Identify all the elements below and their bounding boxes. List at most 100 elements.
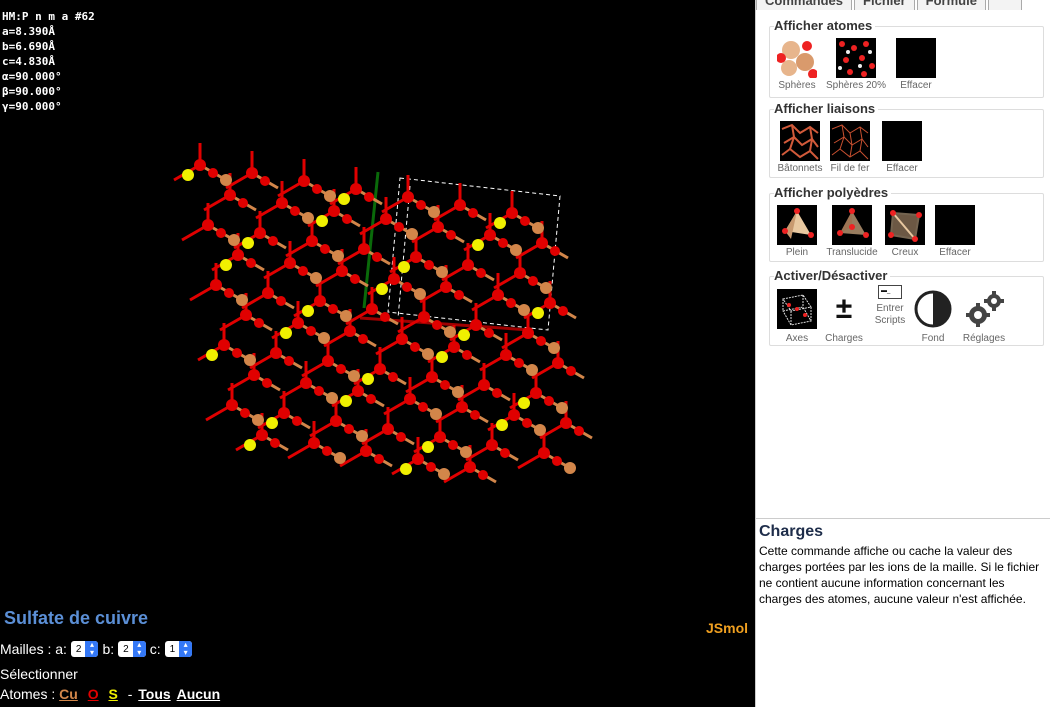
- atom-o[interactable]: [484, 328, 494, 338]
- atom-o[interactable]: [194, 159, 206, 171]
- atom-cu[interactable]: [324, 190, 336, 202]
- atom-cu[interactable]: [438, 468, 450, 480]
- atom-cu[interactable]: [510, 244, 522, 256]
- axes-toggle-button[interactable]: Axes: [775, 289, 819, 344]
- atom-o[interactable]: [216, 228, 226, 238]
- atom-o[interactable]: [462, 259, 474, 271]
- atom-s[interactable]: [532, 307, 544, 319]
- atom-o[interactable]: [224, 288, 234, 298]
- atom-o[interactable]: [312, 184, 322, 194]
- atom-s[interactable]: [220, 259, 232, 271]
- atom-o[interactable]: [232, 249, 244, 261]
- atom-o[interactable]: [308, 437, 320, 449]
- atom-o[interactable]: [506, 298, 516, 308]
- atom-cu[interactable]: [244, 354, 256, 366]
- atom-o[interactable]: [366, 303, 378, 315]
- atom-o[interactable]: [520, 216, 530, 226]
- atom-o[interactable]: [552, 357, 564, 369]
- atom-o[interactable]: [418, 402, 428, 412]
- atom-o[interactable]: [424, 260, 434, 270]
- atom-o[interactable]: [202, 219, 214, 231]
- atom-s[interactable]: [472, 239, 484, 251]
- tab-commandes[interactable]: Commandes: [756, 0, 853, 10]
- atom-cu[interactable]: [444, 326, 456, 338]
- atom-o[interactable]: [486, 439, 498, 451]
- atom-o[interactable]: [284, 257, 296, 269]
- atom-o[interactable]: [432, 320, 442, 330]
- atom-o[interactable]: [396, 432, 406, 442]
- atom-o[interactable]: [454, 290, 464, 300]
- atom-o[interactable]: [358, 243, 370, 255]
- spheres-20-button[interactable]: Sphères 20%: [824, 38, 888, 91]
- atom-o[interactable]: [276, 296, 286, 306]
- select-o-link[interactable]: O: [88, 686, 99, 702]
- atom-s[interactable]: [302, 305, 314, 317]
- atom-o[interactable]: [506, 207, 518, 219]
- atom-o[interactable]: [418, 311, 430, 323]
- atom-s[interactable]: [436, 351, 448, 363]
- atom-o[interactable]: [226, 399, 238, 411]
- atom-s[interactable]: [422, 441, 434, 453]
- atom-s[interactable]: [458, 329, 470, 341]
- atom-o[interactable]: [314, 295, 326, 307]
- select-cu-link[interactable]: Cu: [59, 686, 78, 702]
- atom-o[interactable]: [530, 387, 542, 399]
- atom-s[interactable]: [244, 439, 256, 451]
- atom-o[interactable]: [314, 386, 324, 396]
- atom-cu[interactable]: [518, 304, 530, 316]
- atom-o[interactable]: [270, 438, 280, 448]
- atom-cu[interactable]: [326, 392, 338, 404]
- atom-cu[interactable]: [220, 174, 232, 186]
- atom-o[interactable]: [344, 424, 354, 434]
- atom-o[interactable]: [380, 312, 390, 322]
- atom-o[interactable]: [372, 252, 382, 262]
- atom-s[interactable]: [376, 283, 388, 295]
- atom-o[interactable]: [336, 364, 346, 374]
- atom-o[interactable]: [260, 176, 270, 186]
- charges-toggle-button[interactable]: ± Charges: [822, 289, 866, 344]
- atom-o[interactable]: [492, 388, 502, 398]
- atom-s[interactable]: [182, 169, 194, 181]
- atom-o[interactable]: [254, 318, 264, 328]
- atom-o[interactable]: [262, 378, 272, 388]
- atom-o[interactable]: [224, 189, 236, 201]
- atom-o[interactable]: [478, 470, 488, 480]
- sticks-button[interactable]: Bâtonnets: [775, 121, 825, 174]
- atom-o[interactable]: [306, 235, 318, 247]
- atom-o[interactable]: [262, 287, 274, 299]
- atom-cu[interactable]: [452, 386, 464, 398]
- atom-o[interactable]: [476, 268, 486, 278]
- atom-o[interactable]: [300, 377, 312, 389]
- atom-cu[interactable]: [556, 402, 568, 414]
- atom-o[interactable]: [538, 447, 550, 459]
- atom-o[interactable]: [410, 251, 422, 263]
- atom-o[interactable]: [410, 342, 420, 352]
- atom-o[interactable]: [426, 462, 436, 472]
- atoms-clear-button[interactable]: Effacer: [894, 38, 938, 91]
- atom-o[interactable]: [434, 431, 446, 443]
- molecule-viewer[interactable]: HM:P n m a #62 a=8.390Å b=6.690Å c=4.830…: [0, 0, 755, 707]
- atom-o[interactable]: [464, 461, 476, 473]
- atom-o[interactable]: [560, 417, 572, 429]
- atom-s[interactable]: [242, 237, 254, 249]
- atom-o[interactable]: [344, 325, 356, 337]
- atom-o[interactable]: [328, 304, 338, 314]
- atom-s[interactable]: [316, 215, 328, 227]
- enter-scripts-button[interactable]: ▬_ Entrer Scripts: [868, 285, 912, 327]
- settings-button[interactable]: Réglages: [959, 289, 1009, 344]
- atom-cu[interactable]: [422, 348, 434, 360]
- atom-o[interactable]: [522, 327, 534, 339]
- atom-o[interactable]: [478, 379, 490, 391]
- atom-o[interactable]: [218, 339, 230, 351]
- atom-o[interactable]: [514, 267, 526, 279]
- atom-o[interactable]: [320, 244, 330, 254]
- atom-cu[interactable]: [318, 332, 330, 344]
- atom-o[interactable]: [342, 214, 352, 224]
- atom-s[interactable]: [518, 397, 530, 409]
- atom-o[interactable]: [292, 317, 304, 329]
- atom-o[interactable]: [374, 363, 386, 375]
- atom-o[interactable]: [558, 306, 568, 316]
- atom-cu[interactable]: [302, 212, 314, 224]
- atom-cu[interactable]: [252, 414, 264, 426]
- atom-s[interactable]: [494, 217, 506, 229]
